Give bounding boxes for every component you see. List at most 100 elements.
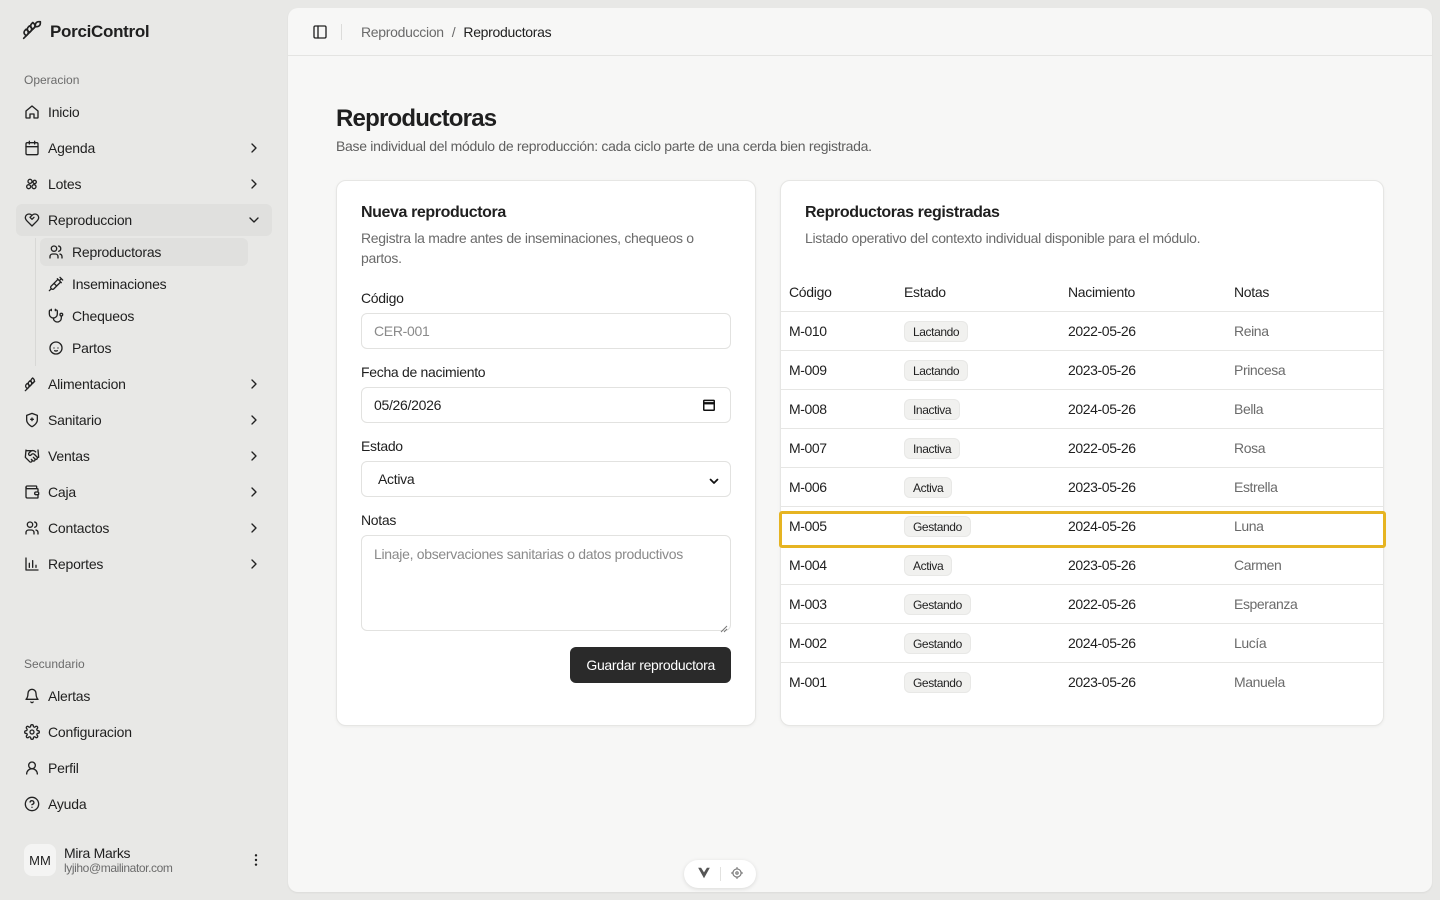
- status-badge: Gestando: [904, 672, 971, 693]
- cell-birth: 2023-05-26: [1068, 362, 1136, 378]
- user-icon: [24, 760, 40, 776]
- breadcrumb: Reproduccion / Reproductoras: [361, 24, 552, 40]
- sidebar-item-contactos[interactable]: Contactos: [16, 512, 272, 544]
- sidebar-item-alimentacion[interactable]: Alimentacion: [16, 368, 272, 400]
- sidebar-item-label: Inicio: [48, 104, 80, 120]
- table-row[interactable]: M-010 Lactando 2022-05-26 Reina: [781, 312, 1383, 351]
- notes-label: Notas: [361, 512, 397, 528]
- user-email: lyjiho@mailinator.com: [64, 861, 173, 875]
- birth-date-input[interactable]: 05/26/2026: [361, 387, 731, 423]
- form-title: Nueva reproductora: [361, 204, 506, 221]
- cell-notes: Lucía: [1234, 635, 1267, 651]
- user-name: Mira Marks: [64, 845, 131, 861]
- user-menu-trigger[interactable]: MM Mira Marks lyjiho@mailinator.com: [16, 836, 272, 884]
- status-badge: Inactiva: [904, 438, 961, 459]
- sidebar-subitem-label: Inseminaciones: [72, 276, 167, 292]
- vue-devtools-icon[interactable]: [697, 866, 711, 883]
- cell-code: M-005: [789, 518, 827, 534]
- cell-code: M-008: [789, 401, 827, 417]
- sidebar-item-reproduccion[interactable]: Reproduccion: [16, 204, 272, 236]
- sidebar-subitem-partos[interactable]: Partos: [40, 334, 248, 362]
- sidebar-item-inicio[interactable]: Inicio: [16, 96, 272, 128]
- cell-birth: 2024-05-26: [1068, 518, 1136, 534]
- cell-birth: 2022-05-26: [1068, 440, 1136, 456]
- table-row[interactable]: M-007 Inactiva 2022-05-26 Rosa: [781, 429, 1383, 468]
- sidebar-subitem-reproductoras[interactable]: Reproductoras: [40, 238, 248, 266]
- cell-code: M-002: [789, 635, 827, 651]
- sidebar-toggle-icon[interactable]: [312, 24, 328, 40]
- sidebar-subitem-chequeos[interactable]: Chequeos: [40, 302, 248, 330]
- chevron-right-icon: [246, 556, 262, 572]
- sidebar-item-caja[interactable]: Caja: [16, 476, 272, 508]
- sidebar-item-label: Configuracion: [48, 724, 132, 740]
- page-title: Reproductoras: [336, 105, 497, 132]
- breadcrumb-parent[interactable]: Reproduccion: [361, 24, 444, 40]
- status-badge: Gestando: [904, 594, 971, 615]
- birth-date-label: Fecha de nacimiento: [361, 364, 486, 380]
- column-header-codigo: Código: [789, 284, 832, 300]
- sidebar-item-ventas[interactable]: Ventas: [16, 440, 272, 472]
- calendar-icon: [24, 140, 40, 156]
- sidebar-item-sanitario[interactable]: Sanitario: [16, 404, 272, 436]
- home-icon: [24, 104, 40, 120]
- cell-code: M-007: [789, 440, 827, 456]
- sidebar-item-label: Caja: [48, 484, 76, 500]
- cell-code: M-004: [789, 557, 827, 573]
- sidebar-item-label: Agenda: [48, 140, 96, 156]
- table-header: Código Estado Nacimiento Notas: [781, 273, 1383, 312]
- sidebar-item-configuracion[interactable]: Configuracion: [16, 716, 272, 748]
- sidebar-item-ayuda[interactable]: Ayuda: [16, 788, 272, 820]
- group-icon: [24, 176, 40, 192]
- avatar: MM: [24, 844, 56, 876]
- column-header-nacimiento: Nacimiento: [1068, 284, 1136, 300]
- sidebar-item-reportes[interactable]: Reportes: [16, 548, 272, 580]
- cell-birth: 2024-05-26: [1068, 401, 1136, 417]
- table-row[interactable]: M-008 Inactiva 2024-05-26 Bella: [781, 390, 1383, 429]
- section-label-secundario: Secundario: [24, 657, 85, 671]
- sidebar-item-alertas[interactable]: Alertas: [16, 680, 272, 712]
- code-input[interactable]: CER-001: [361, 313, 731, 349]
- sidebar-item-label: Sanitario: [48, 412, 102, 428]
- table-row[interactable]: M-009 Lactando 2023-05-26 Princesa: [781, 351, 1383, 390]
- sidebar-item-perfil[interactable]: Perfil: [16, 752, 272, 784]
- table-row[interactable]: M-003 Gestando 2022-05-26 Esperanza: [781, 585, 1383, 624]
- save-sow-button[interactable]: Guardar reproductora: [570, 647, 731, 683]
- wheat-icon: [24, 376, 40, 392]
- page-subtitle: Base individual del módulo de reproducci…: [336, 138, 872, 154]
- cell-birth: 2023-05-26: [1068, 674, 1136, 690]
- cell-notes: Esperanza: [1234, 596, 1298, 612]
- table-row[interactable]: M-006 Activa 2023-05-26 Estrella: [781, 468, 1383, 507]
- table-description: Listado operativo del contexto individua…: [805, 230, 1201, 246]
- chevron-right-icon: [246, 140, 262, 156]
- calendar-icon[interactable]: [702, 398, 718, 414]
- sidebar: PorciControl Operacion Inicio Agenda Lot…: [0, 0, 288, 900]
- more-vertical-icon[interactable]: [248, 852, 264, 868]
- table-row[interactable]: M-004 Activa 2023-05-26 Carmen: [781, 546, 1383, 585]
- brand[interactable]: PorciControl: [22, 20, 150, 43]
- gear-icon: [24, 724, 40, 740]
- state-select[interactable]: Activa: [361, 461, 731, 497]
- chevron-down-icon: [246, 212, 262, 228]
- sidebar-item-agenda[interactable]: Agenda: [16, 132, 272, 164]
- toolbar-divider: [719, 867, 721, 881]
- cell-birth: 2023-05-26: [1068, 479, 1136, 495]
- sidebar-subitem-inseminaciones[interactable]: Inseminaciones: [40, 270, 248, 298]
- sidebar-item-lotes[interactable]: Lotes: [16, 168, 272, 200]
- cell-notes: Manuela: [1234, 674, 1285, 690]
- cell-notes: Rosa: [1234, 440, 1266, 456]
- table-row-selected[interactable]: M-005 Gestando 2024-05-26 Luna: [781, 507, 1383, 546]
- handshake-icon: [24, 448, 40, 464]
- pig-logo-icon: [22, 20, 42, 43]
- sidebar-item-label: Alertas: [48, 688, 91, 704]
- user-icon: [48, 244, 64, 260]
- floating-toolbar: [684, 860, 756, 888]
- table-row[interactable]: M-002 Gestando 2024-05-26 Lucía: [781, 624, 1383, 663]
- chevron-right-icon: [246, 376, 262, 392]
- brand-name: PorciControl: [50, 21, 150, 41]
- sidebar-item-label: Contactos: [48, 520, 110, 536]
- notes-textarea[interactable]: Linaje, observaciones sanitarias o datos…: [361, 535, 731, 633]
- target-icon[interactable]: [730, 866, 744, 883]
- table-row[interactable]: M-001 Gestando 2023-05-26 Manuela: [781, 663, 1383, 702]
- chevron-right-icon: [246, 176, 262, 192]
- resize-grip-icon[interactable]: [720, 620, 728, 633]
